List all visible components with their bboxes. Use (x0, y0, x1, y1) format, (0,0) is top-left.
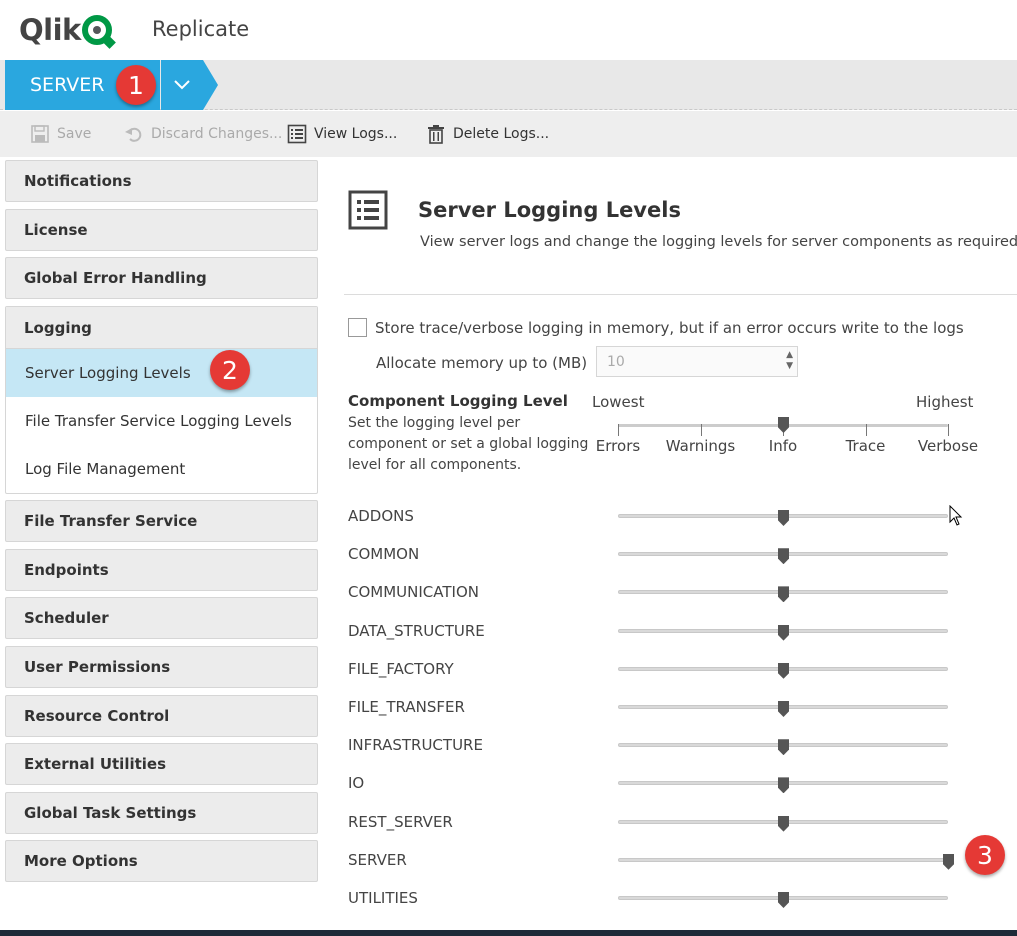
component-label: ADDONS (348, 507, 414, 525)
scale-tick (948, 424, 949, 436)
component-slider-thumb[interactable] (943, 853, 954, 870)
chevron-down-icon (174, 80, 190, 90)
sidebar-item-global-error-handling[interactable]: Global Error Handling (5, 257, 318, 299)
sidebar-group-logging: Logging Server Logging Levels File Trans… (5, 306, 318, 494)
delete-logs-label: Delete Logs... (453, 126, 550, 142)
scale-level-label: Warnings (665, 437, 736, 455)
main-panel: Server Logging Levels View server logs a… (344, 160, 1017, 930)
component-slider-thumb[interactable] (778, 777, 789, 794)
component-slider-thumb[interactable] (778, 510, 789, 526)
sidebar-item-resource-control[interactable]: Resource Control (5, 695, 318, 737)
component-label: FILE_TRANSFER (348, 698, 465, 716)
component-slider-thumb[interactable] (778, 701, 789, 717)
mouse-cursor-icon (949, 505, 963, 526)
component-label: COMMON (348, 545, 420, 564)
trash-icon (426, 124, 446, 144)
global-level-slider-thumb[interactable] (778, 417, 789, 433)
sidebar-subitem-fts-logging-levels[interactable]: File Transfer Service Logging Levels (6, 397, 317, 445)
logo-text: Qlik (19, 13, 81, 47)
step-badge-1: 1 (116, 65, 156, 105)
component-slider-thumb[interactable] (778, 739, 789, 756)
scale-level-label: Trace (845, 437, 886, 455)
sidebar-item-notifications[interactable]: Notifications (5, 160, 318, 202)
component-slider-thumb[interactable] (778, 815, 789, 832)
component-label: REST_SERVER (348, 812, 453, 831)
undo-icon (124, 124, 144, 144)
page-title: Server Logging Levels (418, 198, 681, 222)
view-logs-label: View Logs... (314, 126, 398, 142)
component-label: DATA_STRUCTURE (348, 621, 485, 640)
sidebar-item-more-options[interactable]: More Options (5, 840, 318, 882)
discard-changes-button[interactable]: Discard Changes... (124, 111, 282, 157)
step-badge-2: 2 (210, 350, 250, 390)
step-badge-3: 3 (965, 835, 1005, 875)
sidebar-item-endpoints[interactable]: Endpoints (5, 549, 318, 591)
component-logging-description: Set the logging level per component or s… (348, 415, 589, 473)
sidebar-item-external-utilities[interactable]: External Utilities (5, 743, 318, 785)
component-label: FILE_FACTORY (348, 659, 454, 678)
logo-q-icon (81, 15, 112, 45)
spinner-icon[interactable]: ▲ ▼ (786, 350, 793, 372)
divider (344, 294, 1017, 295)
component-slider-thumb[interactable] (778, 548, 789, 565)
top-bar: Qlik Replicate (0, 0, 1017, 60)
view-logs-button[interactable]: View Logs... (287, 111, 397, 157)
store-trace-checkbox[interactable] (348, 318, 367, 337)
component-slider-thumb[interactable] (778, 662, 789, 679)
sidebar-item-user-permissions[interactable]: User Permissions (5, 646, 318, 688)
page-description: View server logs and change the logging … (420, 234, 1017, 250)
scale-level-label: Errors (595, 437, 641, 455)
scale-level-label: Info (768, 437, 798, 455)
sidebar-item-license[interactable]: License (5, 209, 318, 251)
memory-label: Allocate memory up to (MB) (376, 354, 588, 372)
save-icon (30, 124, 50, 144)
breadcrumb-arrow-tip (203, 60, 218, 110)
store-trace-label: Store trace/verbose logging in memory, b… (375, 319, 964, 337)
qlik-logo: Qlik (19, 12, 112, 48)
bottom-edge (0, 930, 1017, 936)
scale-lowest-label: Lowest (592, 393, 645, 411)
toolbar: Save Discard Changes... View Logs... Del… (0, 111, 1017, 157)
app-name: Replicate (152, 17, 250, 41)
scale-level-label: Verbose (917, 437, 979, 455)
scale-highest-label: Highest (916, 393, 974, 411)
discard-label: Discard Changes... (151, 126, 283, 142)
sidebar-item-file-transfer-service[interactable]: File Transfer Service (5, 500, 318, 542)
component-label: UTILITIES (348, 889, 418, 907)
list-icon (348, 190, 388, 230)
component-logging-title: Component Logging Level (348, 392, 568, 410)
component-slider-thumb[interactable] (778, 892, 789, 908)
scale-tick (865, 424, 867, 436)
list-icon (287, 124, 307, 144)
delete-logs-button[interactable]: Delete Logs... (426, 111, 549, 157)
component-label: SERVER (348, 850, 407, 869)
scale-tick (700, 424, 702, 436)
save-button[interactable]: Save (30, 111, 91, 157)
save-label: Save (57, 126, 92, 142)
component-level-slider[interactable] (618, 857, 948, 862)
sidebar-subitem-server-logging-levels[interactable]: Server Logging Levels (6, 349, 317, 397)
memory-input[interactable]: 10 ▲ ▼ (596, 346, 798, 377)
sidebar-subitem-log-file-management[interactable]: Log File Management (6, 445, 317, 493)
component-slider-thumb[interactable] (778, 586, 789, 603)
component-label: INFRASTRUCTURE (348, 736, 483, 755)
memory-value: 10 (607, 353, 625, 370)
sidebar-item-logging[interactable]: Logging (6, 307, 317, 349)
component-label: COMMUNICATION (348, 583, 479, 602)
breadcrumb-dropdown-button[interactable] (161, 60, 203, 110)
scale-tick (618, 424, 619, 436)
component-slider-thumb[interactable] (778, 624, 789, 641)
sidebar-item-global-task-settings[interactable]: Global Task Settings (5, 792, 318, 834)
component-label: IO (348, 774, 365, 793)
sidebar-item-scheduler[interactable]: Scheduler (5, 597, 318, 639)
